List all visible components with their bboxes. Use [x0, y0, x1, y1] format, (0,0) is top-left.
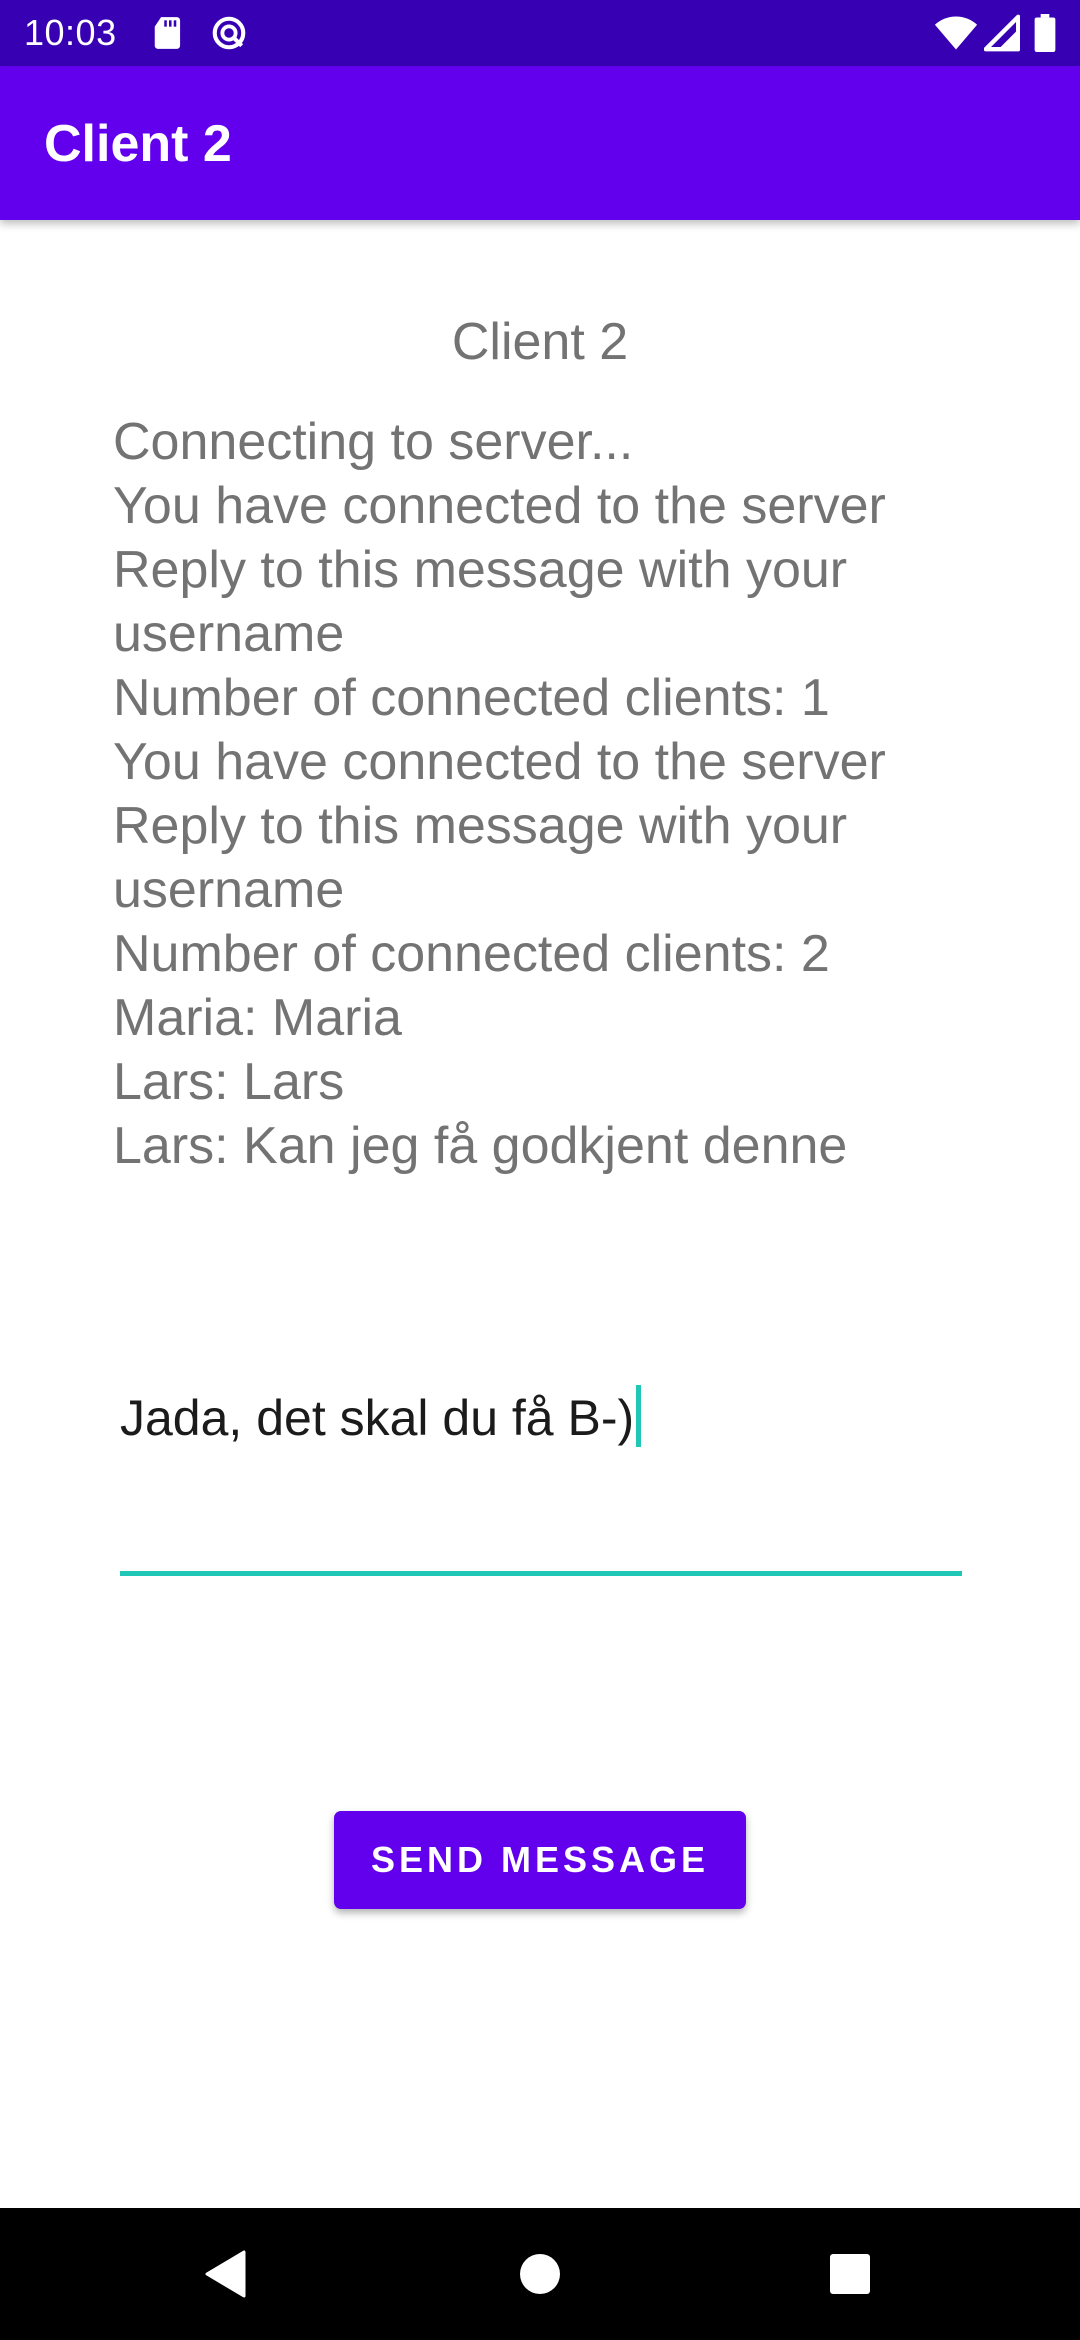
message-line: Lars: Kan jeg få godkjent denne [113, 1117, 848, 1175]
navigation-bar [0, 2208, 1080, 2340]
message-line: Reply to this message with your username [113, 797, 848, 919]
message-line: You have connected to the server [113, 477, 886, 535]
wifi-icon [934, 16, 978, 50]
message-line: Connecting to server... [113, 413, 634, 471]
message-line: Reply to this message with your username [113, 541, 848, 663]
back-icon [205, 2250, 246, 2298]
text-cursor [636, 1385, 642, 1447]
nfc-icon [212, 16, 246, 50]
message-line: Maria: Maria [113, 989, 402, 1047]
app-title: Client 2 [44, 115, 232, 173]
battery-icon [1034, 14, 1056, 52]
input-underline [120, 1571, 962, 1576]
nav-home-button[interactable] [460, 2208, 620, 2340]
status-time: 10:03 [24, 12, 117, 53]
message-input-text: Jada, det skal du få B-) [120, 1390, 635, 1446]
sd-card-icon [154, 17, 181, 49]
message-input-value[interactable]: Jada, det skal du få B-) [120, 1375, 642, 1461]
app-bar: Client 2 [0, 66, 1080, 220]
home-icon [520, 2254, 560, 2294]
message-line: Lars: Lars [113, 1053, 345, 1111]
recents-icon [830, 2254, 870, 2294]
message-input[interactable]: Jada, det skal du få B-) [120, 1375, 962, 1576]
page-heading: Client 2 [451, 313, 629, 371]
nav-recents-button[interactable] [770, 2208, 930, 2340]
status-bar: 10:03 [0, 0, 1080, 66]
message-line: Number of connected clients: 2 [113, 925, 830, 983]
signal-icon [984, 14, 1020, 52]
message-line: You have connected to the server [113, 733, 886, 791]
nav-back-button[interactable] [146, 2208, 306, 2340]
send-message-button[interactable]: SEND MESSAGE [334, 1811, 746, 1909]
message-log: Connecting to server... You have connect… [113, 410, 973, 1178]
message-line: Number of connected clients: 1 [113, 669, 830, 727]
